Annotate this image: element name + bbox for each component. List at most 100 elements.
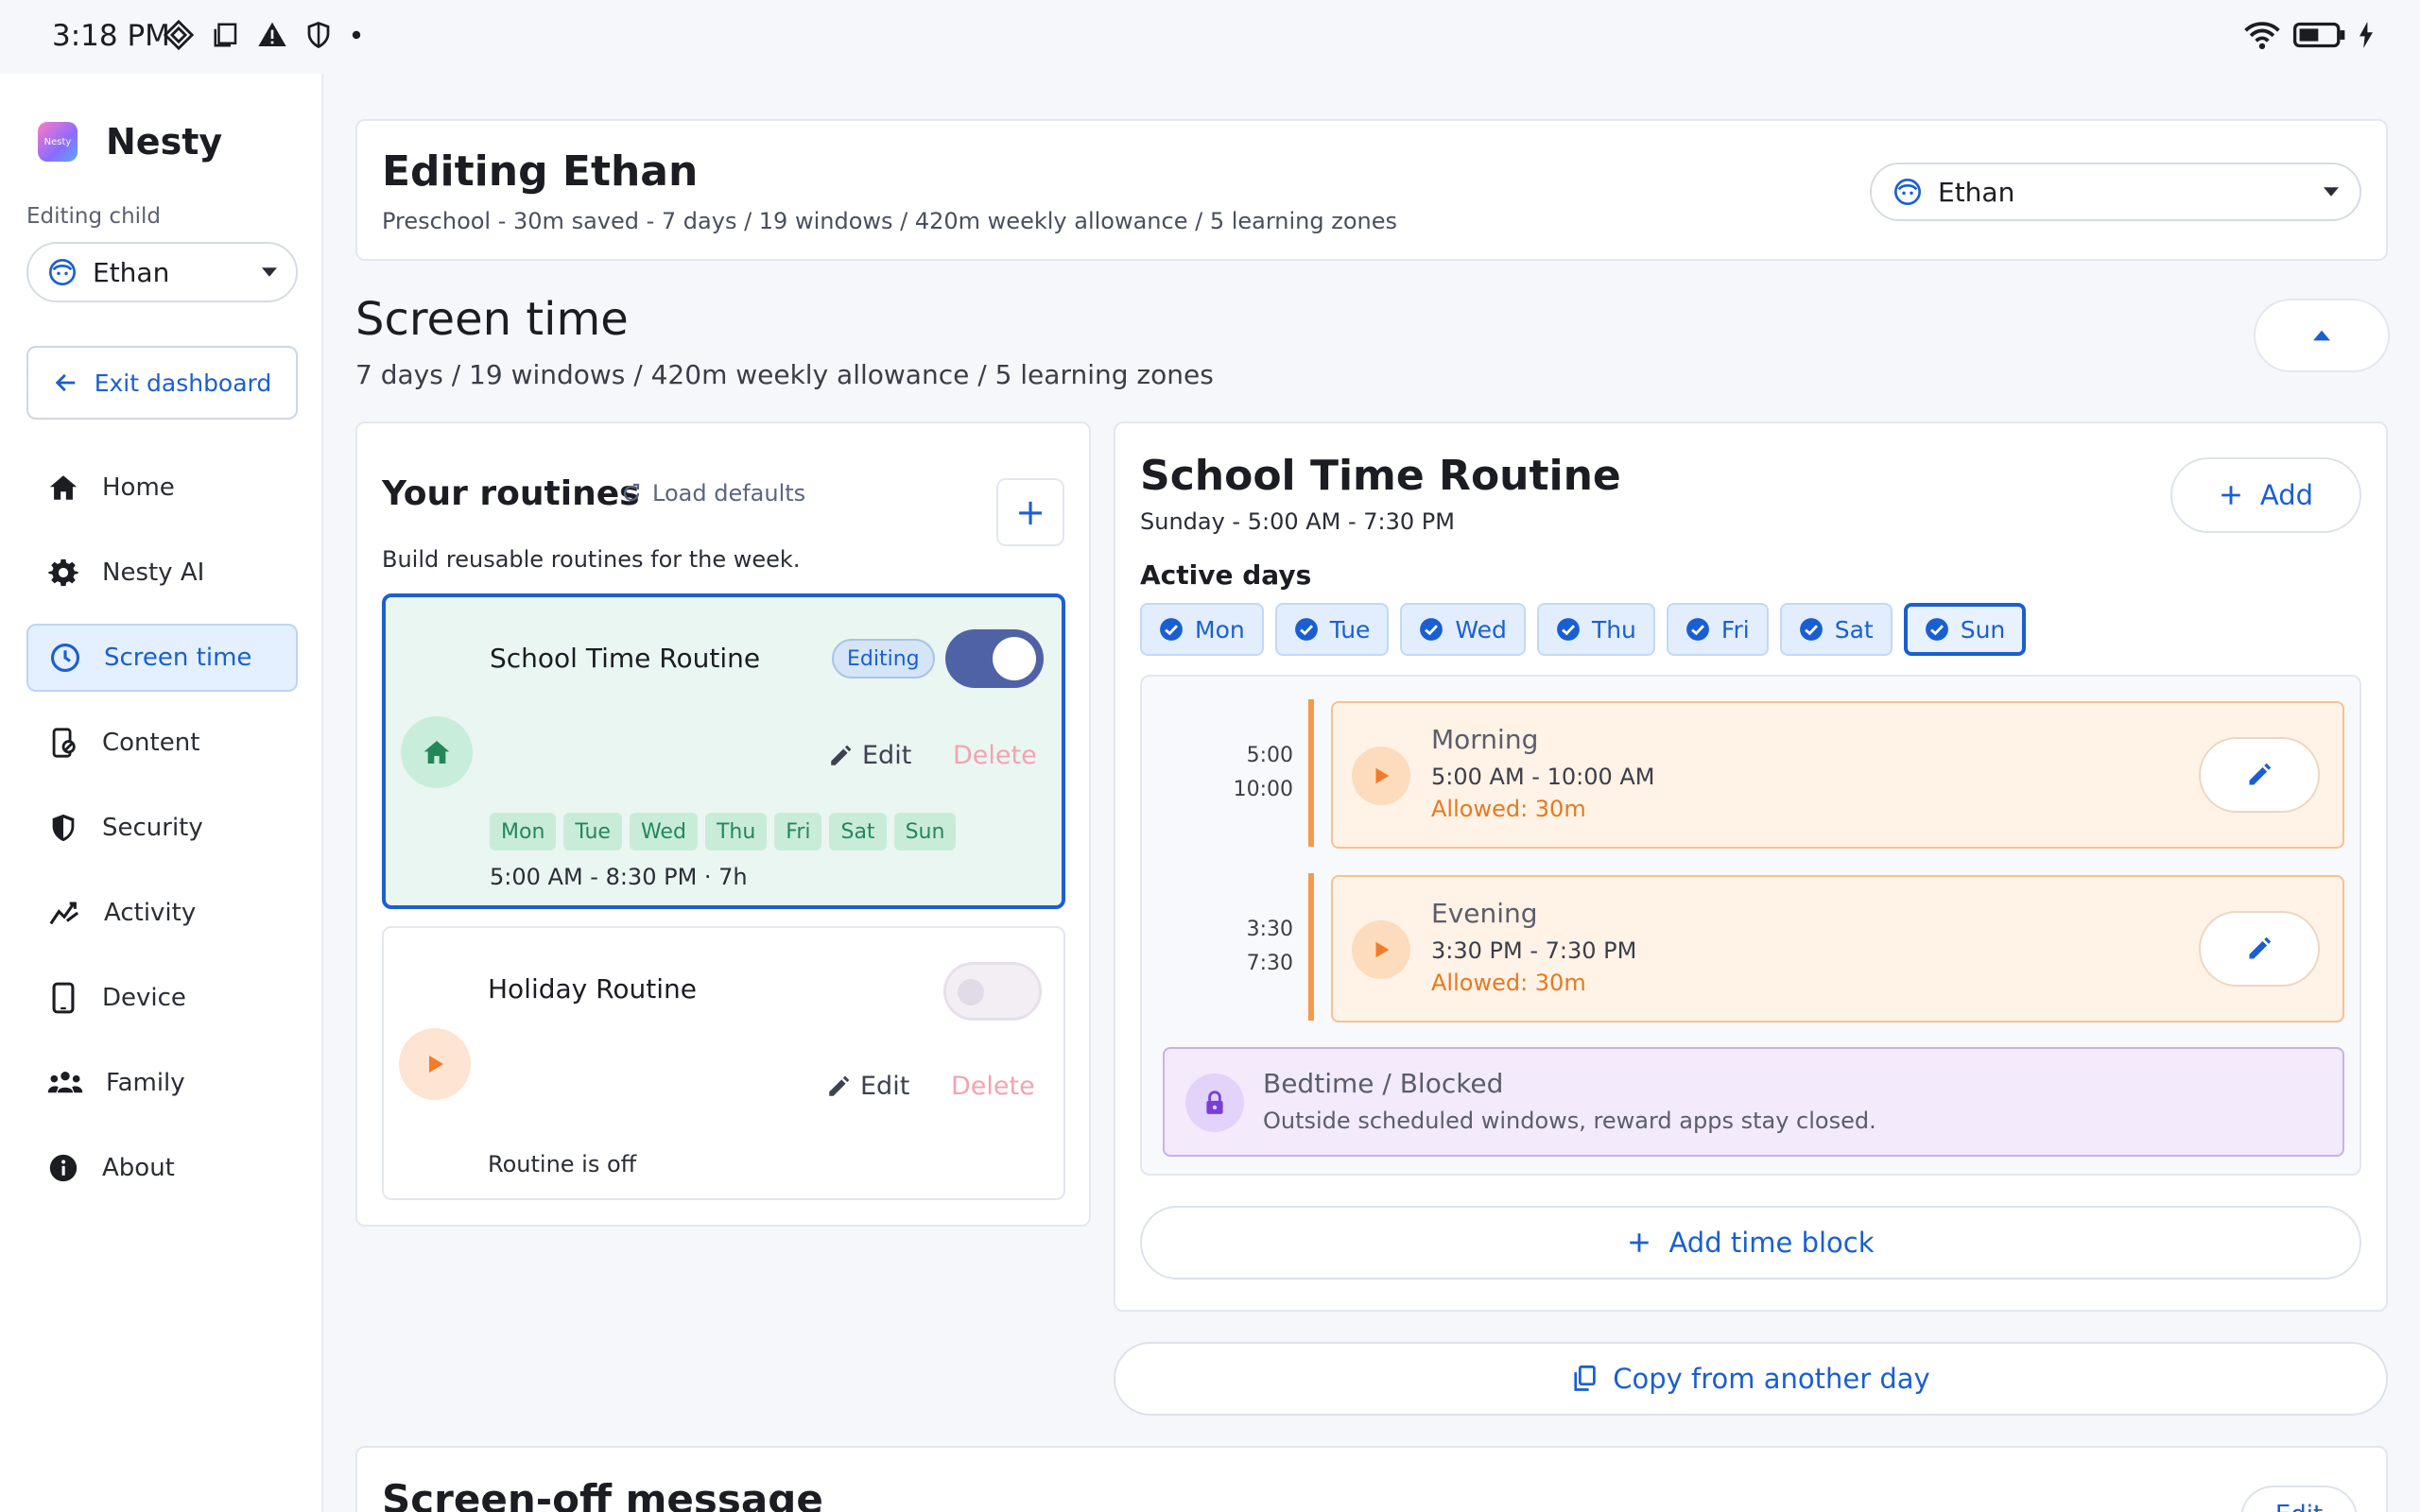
- day-toggle-sun[interactable]: Sun: [1903, 603, 2027, 656]
- sidebar-item-label: Family: [106, 1069, 185, 1097]
- timeline-bar: [1308, 699, 1314, 847]
- routine-card-school-time[interactable]: School Time Routine Editing Edit Delete …: [382, 593, 1065, 909]
- day-chip: Thu: [704, 813, 768, 850]
- sidebar-item-screen-time[interactable]: Screen time: [26, 624, 298, 692]
- pencil-icon: [2249, 936, 2272, 959]
- sidebar-item-label: Activity: [104, 899, 197, 927]
- family-icon: [47, 1072, 83, 1093]
- time-block-morning[interactable]: Morning 5:00 AM - 10:00 AM Allowed: 30m: [1331, 701, 2344, 849]
- routine-edit-button[interactable]: Edit: [826, 1072, 909, 1101]
- sidebar-item-nesty-ai[interactable]: Nesty AI: [26, 539, 298, 607]
- brand[interactable]: Nesty Nesty: [38, 121, 222, 163]
- pencil-icon: [2249, 763, 2272, 785]
- timeline-bar: [1308, 873, 1314, 1021]
- routine-toggle-on[interactable]: [945, 629, 1044, 688]
- sidebar-item-content[interactable]: Content: [26, 709, 298, 777]
- screen-off-edit-button[interactable]: Edit: [2240, 1486, 2358, 1512]
- sidebar-item-label: Screen time: [104, 644, 252, 672]
- status-time: 3:18 PM: [52, 19, 170, 53]
- check-circle-icon: [1420, 618, 1443, 641]
- routine-name: School Time Routine: [490, 643, 761, 674]
- routine-card-holiday[interactable]: Holiday Routine Edit Delete Routine is o…: [382, 926, 1065, 1200]
- play-icon: [1375, 941, 1390, 958]
- day-toggle-sat[interactable]: Sat: [1779, 603, 1893, 656]
- sidebar-item-about[interactable]: About: [26, 1134, 298, 1202]
- day-toggle-mon[interactable]: Mon: [1140, 603, 1264, 656]
- play-icon: [1375, 767, 1390, 784]
- header-child-selector[interactable]: Ethan: [1870, 163, 2361, 221]
- sidebar-item-label: Home: [102, 473, 175, 502]
- routine-delete-button[interactable]: Delete: [953, 741, 1037, 770]
- toggle-knob: [958, 979, 984, 1005]
- sidebar-item-device[interactable]: Device: [26, 964, 298, 1032]
- routine-meta: Routine is off: [488, 1151, 637, 1177]
- refresh-icon: [623, 483, 640, 502]
- play-badge: [1352, 747, 1410, 805]
- child-face-icon: [49, 259, 76, 285]
- copy-from-another-day-label: Copy from another day: [1613, 1363, 1930, 1395]
- shield-icon: [52, 814, 75, 842]
- arrow-left-icon: [55, 373, 76, 392]
- pencil-icon: [831, 745, 852, 765]
- activity-icon: [49, 902, 79, 925]
- screen-off-title: Screen-off message: [382, 1476, 823, 1512]
- sidebar-item-family[interactable]: Family: [26, 1049, 298, 1117]
- routine-delete-button[interactable]: Delete: [951, 1072, 1035, 1101]
- day-chip: Mon: [490, 813, 557, 850]
- play-icon: [429, 1056, 443, 1073]
- page-subtitle: Preschool - 30m saved - 7 days / 19 wind…: [382, 208, 1398, 234]
- section-subtitle: 7 days / 19 windows / 420m weekly allowa…: [355, 359, 1214, 390]
- device-icon: [52, 982, 75, 1014]
- block-start-time: 5:00: [1246, 744, 1293, 767]
- header-child-selector-value: Ethan: [1938, 176, 2015, 208]
- editing-header-card: Editing Ethan Preschool - 30m saved - 7 …: [355, 119, 2388, 261]
- routine-toggle-off[interactable]: [943, 962, 1042, 1021]
- wifi-icon: [2244, 22, 2280, 50]
- check-circle-icon: [1685, 618, 1709, 641]
- day-toggle-thu[interactable]: Thu: [1536, 603, 1655, 656]
- edit-block-button[interactable]: [2199, 737, 2320, 813]
- add-time-block-label: Add time block: [1668, 1227, 1875, 1259]
- day-toggle-tue[interactable]: Tue: [1274, 603, 1390, 656]
- add-routine-button[interactable]: +: [996, 478, 1064, 546]
- day-toggle-label: Wed: [1455, 615, 1507, 644]
- day-chip: Fri: [774, 813, 822, 850]
- add-schedule-button[interactable]: Add: [2170, 457, 2361, 533]
- child-selector[interactable]: Ethan: [26, 242, 298, 302]
- sidebar-item-activity[interactable]: Activity: [26, 879, 298, 947]
- sidebar-item-home[interactable]: Home: [26, 454, 298, 522]
- add-time-block-button[interactable]: Add time block: [1140, 1206, 2361, 1280]
- warning-icon: [258, 22, 286, 46]
- edit-block-button[interactable]: [2199, 911, 2320, 987]
- load-defaults-button[interactable]: Load defaults: [620, 480, 805, 507]
- copy-status-icon: [214, 23, 237, 47]
- day-timeline: 5:00 10:00 Morning 5:00 AM - 10:00 AM Al…: [1140, 675, 2361, 1176]
- time-range-labels: 3:30 7:30: [1208, 913, 1293, 981]
- day-toggle-fri[interactable]: Fri: [1666, 603, 1769, 656]
- sidebar-item-label: Content: [102, 729, 200, 757]
- collapse-section-button[interactable]: [2254, 299, 2390, 372]
- routine-edit-button[interactable]: Edit: [828, 741, 911, 770]
- sidebar-item-security[interactable]: Security: [26, 794, 298, 862]
- schedule-subtitle: Sunday - 5:00 AM - 7:30 PM: [1140, 508, 1455, 535]
- routine-home-badge: [401, 716, 473, 788]
- plus-icon: [1630, 1233, 1650, 1252]
- block-time: 3:30 PM - 7:30 PM: [1431, 937, 1637, 964]
- add-schedule-label: Add: [2259, 479, 2314, 511]
- copy-from-another-day-button[interactable]: Copy from another day: [1114, 1342, 2388, 1416]
- routines-subtitle: Build reusable routines for the week.: [382, 546, 801, 573]
- sidebar-item-label: About: [102, 1154, 175, 1182]
- block-end-time: 7:30: [1246, 952, 1293, 975]
- sidebar: Nesty Nesty Editing child Ethan Exit das…: [0, 74, 323, 1512]
- day-toggle-wed[interactable]: Wed: [1400, 603, 1526, 656]
- time-block-evening[interactable]: Evening 3:30 PM - 7:30 PM Allowed: 30m: [1331, 875, 2344, 1022]
- dropdown-arrow-icon: [262, 267, 277, 277]
- block-end-time: 10:00: [1233, 778, 1293, 801]
- child-selector-value: Ethan: [93, 256, 170, 288]
- check-circle-icon: [1925, 618, 1948, 641]
- exit-dashboard-button[interactable]: Exit dashboard: [26, 346, 298, 420]
- status-bar: 3:18 PM: [0, 0, 2420, 74]
- gear-icon: [48, 558, 78, 587]
- load-defaults-label: Load defaults: [652, 480, 806, 507]
- day-toggle-label: Tue: [1329, 615, 1371, 644]
